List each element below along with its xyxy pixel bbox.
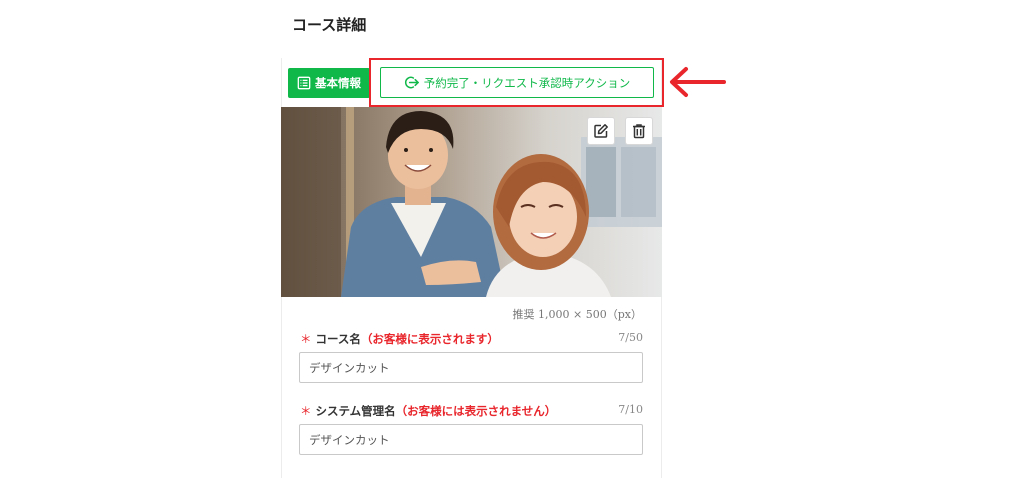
system-name-label: ＊システム管理名（お客様には表示されません）: [300, 403, 556, 419]
system-name-counter: 7/10: [618, 403, 643, 416]
recommended-size-note: 推奨 1,000 × 500（px）: [512, 308, 642, 321]
system-name-input[interactable]: [299, 424, 643, 455]
highlight-box: [369, 58, 664, 107]
course-name-label: ＊コース名（お客様に表示されます）: [300, 331, 499, 347]
annotation-arrow: [670, 67, 726, 97]
system-name-note: （お客様には表示されません）: [395, 404, 557, 418]
page-title: コース詳細: [292, 16, 367, 34]
delete-photo-button[interactable]: [625, 117, 653, 145]
course-name-input[interactable]: [299, 352, 643, 383]
list-icon: [297, 76, 311, 90]
edit-icon: [594, 124, 608, 138]
required-mark: ＊: [300, 404, 312, 418]
edit-photo-button[interactable]: [587, 117, 615, 145]
required-mark: ＊: [300, 332, 312, 346]
course-name-counter: 7/50: [618, 331, 643, 344]
system-name-label-text: システム管理名: [315, 404, 396, 418]
course-name-label-text: コース名: [315, 332, 361, 346]
tab-basic-info[interactable]: 基本情報: [288, 68, 370, 98]
course-name-note: （お客様に表示されます）: [360, 332, 499, 346]
tab-basic-info-label: 基本情報: [315, 76, 361, 90]
trash-icon: [633, 124, 645, 139]
